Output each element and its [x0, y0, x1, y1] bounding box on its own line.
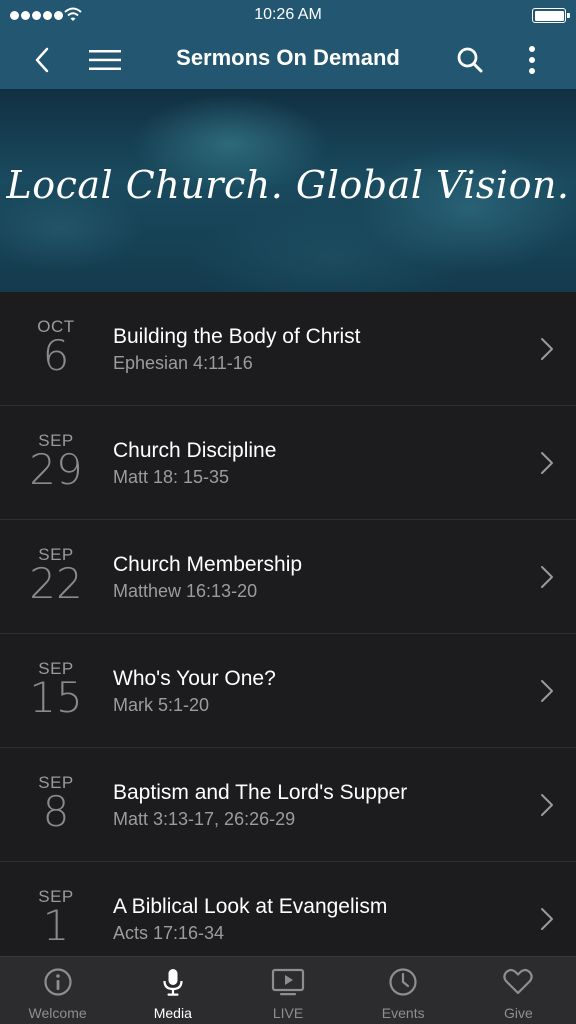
- tab-label: Events: [381, 1005, 425, 1021]
- sermon-day: 15: [29, 673, 83, 722]
- sermon-title: Church Membership: [113, 553, 303, 576]
- tab-label: LIVE: [272, 1005, 304, 1021]
- sermon-title: Building the Body of Christ: [113, 325, 361, 348]
- chevron-right-icon: [541, 452, 553, 474]
- sermon-title: Church Discipline: [113, 439, 277, 462]
- chevron-right-icon: [541, 794, 553, 816]
- sermon-reference: Acts 17:16-34: [113, 923, 225, 943]
- search-button[interactable]: [448, 38, 492, 82]
- chevron-right-icon: [541, 908, 553, 930]
- battery-icon: [532, 8, 570, 23]
- sermon-row[interactable]: SEP 1 A Biblical Look at Evangelism Acts…: [0, 862, 576, 956]
- sermon-reference: Matt 3:13-17, 26:26-29: [113, 809, 296, 829]
- status-time: 10:26 AM: [254, 6, 322, 23]
- clock-icon: [389, 968, 417, 996]
- sermon-reference: Matthew 16:13-20: [113, 581, 258, 601]
- sermon-row[interactable]: SEP 15 Who's Your One? Mark 5:1-20: [0, 634, 576, 748]
- sermon-title: Baptism and The Lord's Supper: [113, 781, 408, 804]
- microphone-icon: [163, 969, 183, 996]
- search-icon: [457, 47, 483, 73]
- sermon-reference: Ephesian 4:11-16: [113, 353, 253, 373]
- tab-label: Welcome: [28, 1005, 87, 1021]
- sermon-day: 29: [29, 445, 83, 494]
- banner-slogan: Local Church. Global Vision.: [6, 163, 570, 207]
- sermon-day: 8: [42, 787, 70, 836]
- heart-icon: [503, 968, 534, 995]
- sermon-row[interactable]: SEP 29 Church Discipline Matt 18: 15-35: [0, 406, 576, 520]
- chevron-right-icon: [541, 680, 553, 702]
- top-bar: 10:26 AM Sermons On Demand: [0, 0, 576, 89]
- tab-live[interactable]: LIVE: [230, 957, 345, 1024]
- tab-welcome[interactable]: Welcome: [0, 957, 115, 1024]
- sermon-row[interactable]: OCT 6 Building the Body of Christ Ephesi…: [0, 292, 576, 406]
- sermon-title: A Biblical Look at Evangelism: [113, 895, 388, 918]
- tab-give[interactable]: Give: [461, 957, 576, 1024]
- tab-label: Give: [504, 1005, 533, 1021]
- live-tv-icon: [271, 968, 305, 996]
- tab-media[interactable]: Media: [115, 957, 230, 1024]
- sermon-day: 22: [29, 559, 83, 608]
- tab-label: Media: [153, 1005, 192, 1021]
- tab-events[interactable]: Events: [346, 957, 461, 1024]
- sermon-day: 6: [42, 331, 70, 380]
- more-options-button[interactable]: [510, 38, 554, 82]
- navigation-bar: Sermons On Demand: [0, 30, 576, 89]
- status-bar: 10:26 AM: [0, 0, 576, 30]
- tab-bar: Welcome Media LIVE Events Give: [0, 956, 576, 1024]
- chevron-right-icon: [541, 566, 553, 588]
- chevron-right-icon: [541, 338, 553, 360]
- sermon-reference: Matt 18: 15-35: [113, 467, 230, 487]
- info-icon: [43, 968, 72, 996]
- sermon-day: 1: [42, 901, 70, 950]
- sermon-row[interactable]: SEP 8 Baptism and The Lord's Supper Matt…: [0, 748, 576, 862]
- sermon-reference: Mark 5:1-20: [113, 695, 210, 715]
- sermon-list: OCT 6 Building the Body of Christ Ephesi…: [0, 292, 576, 956]
- sermon-row[interactable]: SEP 22 Church Membership Matthew 16:13-2…: [0, 520, 576, 634]
- hero-banner: Local Church. Global Vision.: [0, 89, 576, 292]
- sermon-title: Who's Your One?: [113, 667, 276, 690]
- more-vertical-icon: [529, 46, 535, 74]
